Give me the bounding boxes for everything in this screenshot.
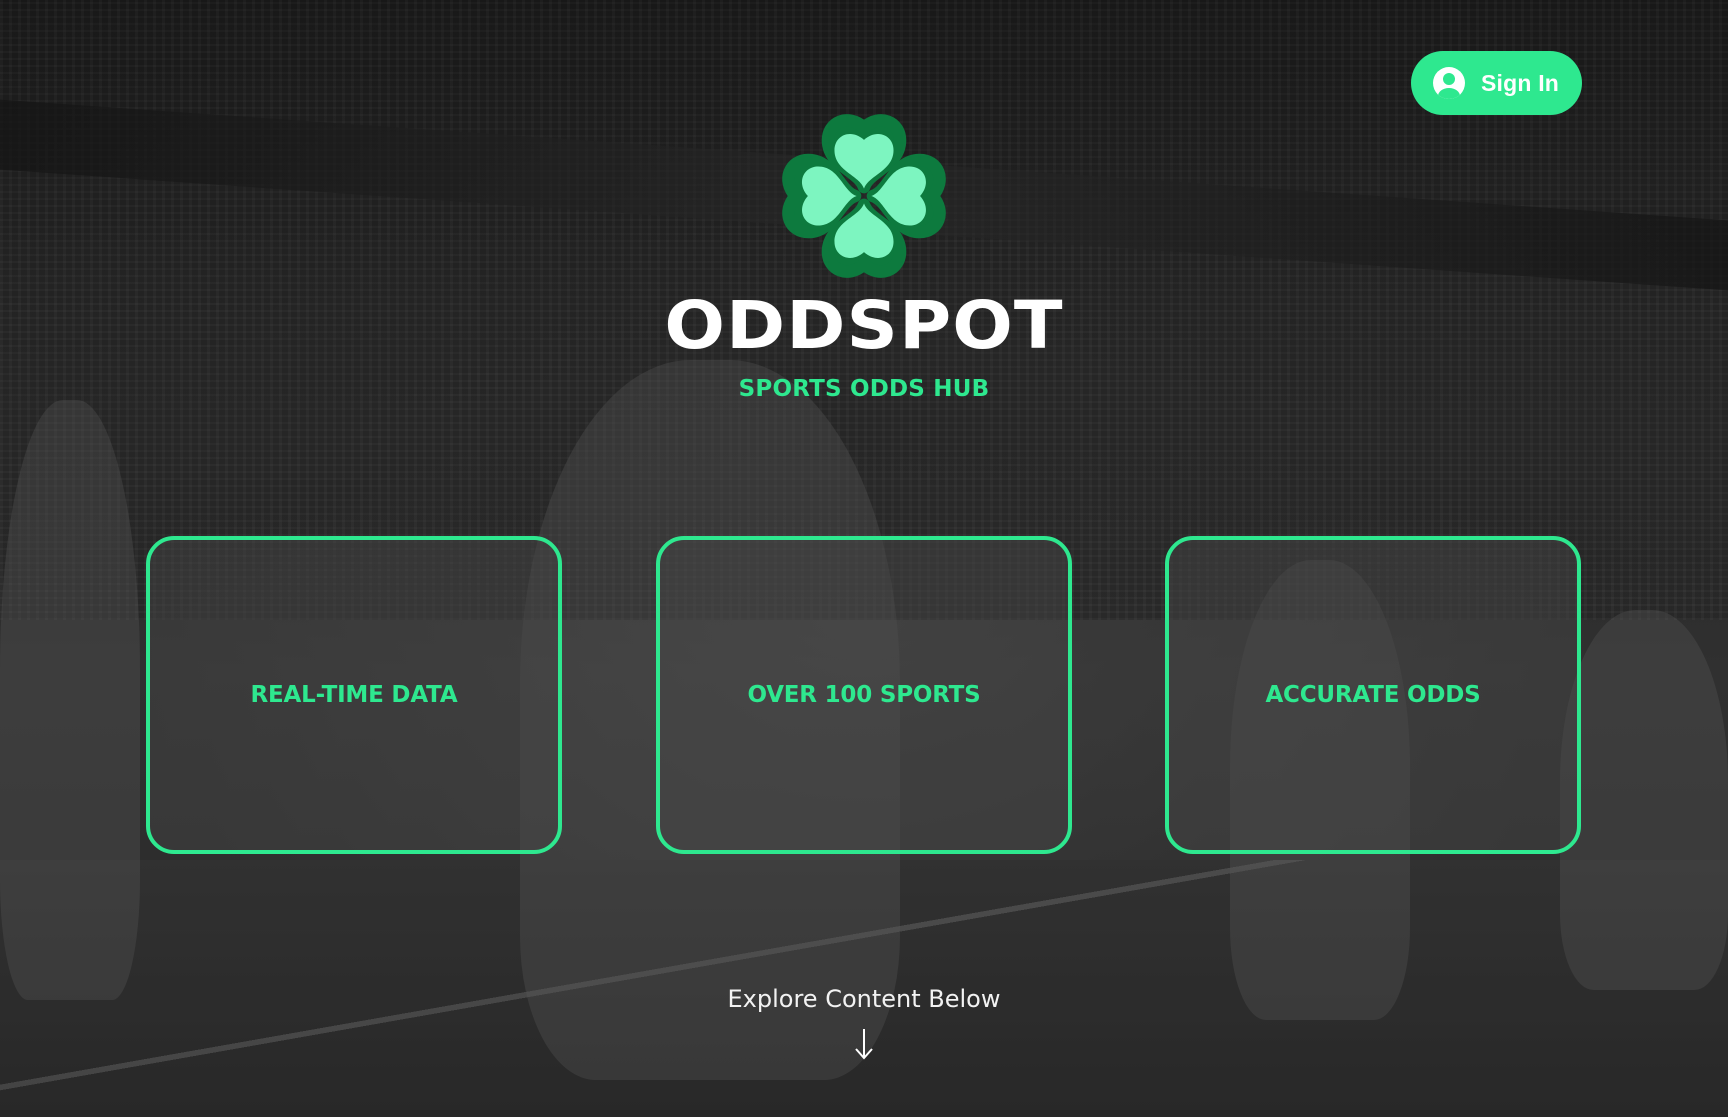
brand-title: ODDSPOT: [664, 287, 1064, 364]
arrow-down-icon[interactable]: [852, 1027, 876, 1061]
feature-card-accurate-odds: ACCURATE ODDS: [1165, 536, 1581, 854]
explore-content-text: Explore Content Below: [727, 985, 1001, 1013]
brand-subtitle: SPORTS ODDS HUB: [738, 376, 990, 402]
four-leaf-clover-icon: [774, 106, 954, 286]
landing-page: Sign In ODDSPOT SPORTS ODDS HUB REAL-TIM…: [0, 0, 1728, 1117]
feature-card-over-100-sports: OVER 100 SPORTS: [656, 536, 1072, 854]
feature-card-label: OVER 100 SPORTS: [747, 682, 981, 708]
user-circle-icon: [1433, 67, 1465, 99]
sign-in-button[interactable]: Sign In: [1411, 51, 1582, 115]
feature-card-real-time-data: REAL-TIME DATA: [146, 536, 562, 854]
sign-in-label: Sign In: [1481, 69, 1560, 96]
feature-card-label: REAL-TIME DATA: [250, 682, 458, 708]
feature-card-label: ACCURATE ODDS: [1265, 682, 1481, 708]
